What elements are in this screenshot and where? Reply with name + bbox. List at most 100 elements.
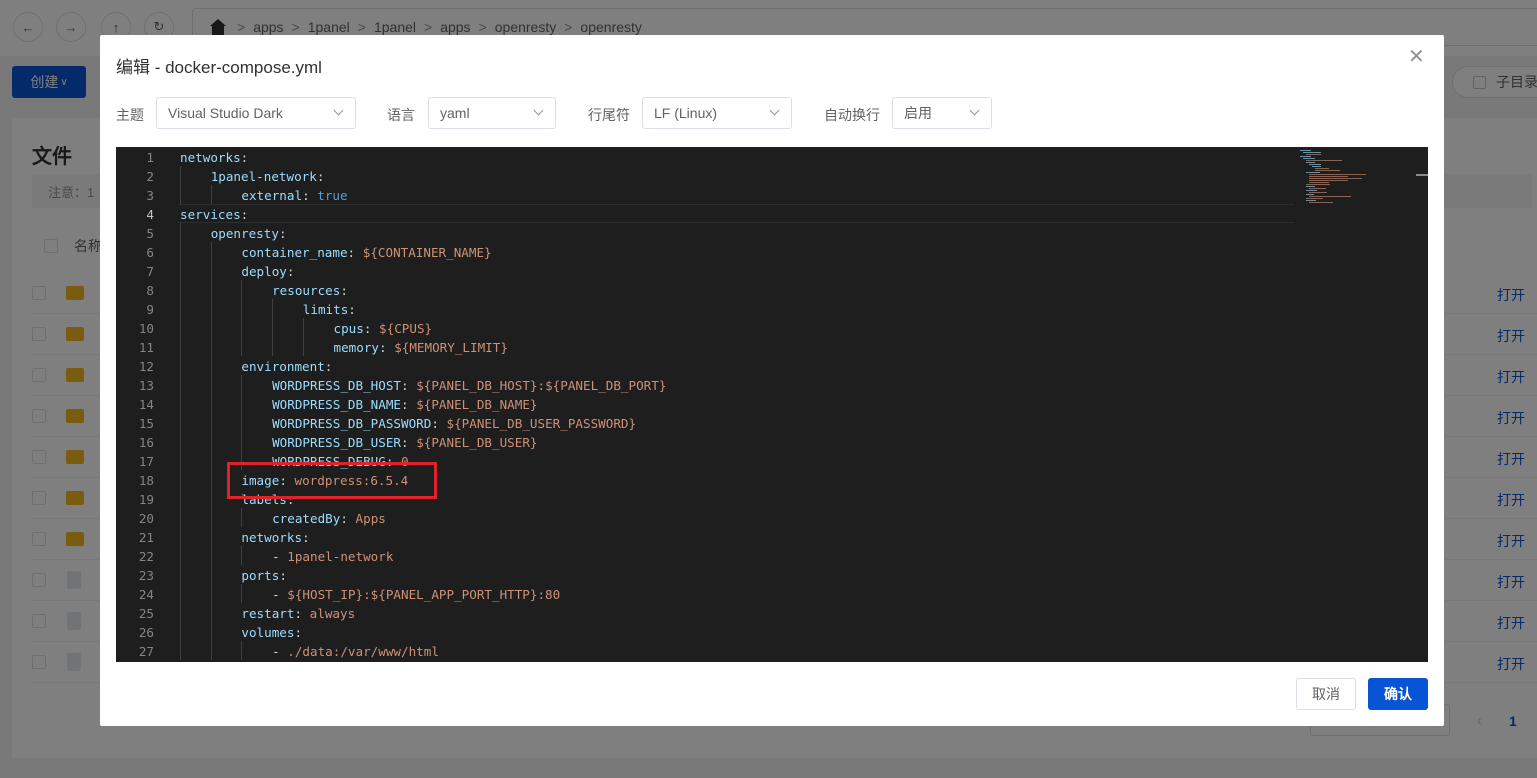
line-number: 7 <box>146 264 154 279</box>
yaml-value: 1panel-network <box>287 549 394 564</box>
yaml-value: ${PANEL_DB_NAME} <box>416 397 538 412</box>
yaml-key: 1panel-network <box>210 169 317 184</box>
code-line: external: true <box>241 188 348 203</box>
line-number: 15 <box>138 416 154 431</box>
line-number: 5 <box>146 226 154 241</box>
eol-select[interactable]: LF (Linux) <box>642 97 792 129</box>
eol-label: 行尾符 <box>588 107 630 123</box>
line-number: 12 <box>138 359 154 374</box>
yaml-key: services <box>180 207 241 222</box>
code-line: cpus: ${CPUS} <box>333 321 433 336</box>
yaml-key: createdBy <box>272 511 341 526</box>
code-line: ports: <box>241 568 287 583</box>
line-number: 1 <box>146 150 154 165</box>
yaml-value: ${CPUS} <box>379 321 433 336</box>
line-number: 18 <box>138 473 154 488</box>
line-number: 2 <box>146 169 154 184</box>
chevron-down-icon <box>533 105 544 116</box>
line-number: 23 <box>138 568 154 583</box>
chevron-down-icon <box>333 105 344 116</box>
theme-select[interactable]: Visual Studio Dark <box>156 97 356 129</box>
code-line: WORDPRESS_DB_USER: ${PANEL_DB_USER} <box>272 435 538 450</box>
yaml-key: ports <box>241 568 280 583</box>
yaml-key: openresty <box>210 226 279 241</box>
code-line: openresty: <box>210 226 287 241</box>
code-line: memory: ${MEMORY_LIMIT} <box>333 340 508 355</box>
yaml-value: ${PANEL_DB_USER_PASSWORD} <box>446 416 637 431</box>
yaml-value: ./data:/var/www/html <box>287 644 439 659</box>
minimap[interactable] <box>1300 147 1414 207</box>
yaml-key: WORDPRESS_DB_USER <box>272 435 401 450</box>
line-number: 24 <box>138 587 154 602</box>
code-line: networks: <box>241 530 310 545</box>
dialog-title: 编辑 - docker-compose.yml <box>116 58 322 77</box>
close-icon[interactable]: ✕ <box>1408 47 1425 67</box>
code-line: - ${HOST_IP}:${PANEL_APP_PORT_HTTP}:80 <box>272 587 561 602</box>
line-number: 22 <box>138 549 154 564</box>
yaml-key: WORDPRESS_DB_HOST <box>272 378 401 393</box>
yaml-key: networks <box>241 530 303 545</box>
code-line: WORDPRESS_DB_HOST: ${PANEL_DB_HOST}:${PA… <box>272 378 667 393</box>
code-editor[interactable]: 1 networks: 2 1panel-network: 3 external: tru… <box>116 147 1428 662</box>
yaml-key: WORDPRESS_DB_NAME <box>272 397 401 412</box>
yaml-key: restart <box>241 606 295 621</box>
code-line: volumes: <box>241 625 303 640</box>
code-line: container_name: ${CONTAINER_NAME} <box>241 245 492 260</box>
line-number: 20 <box>138 511 154 526</box>
yaml-key: environment <box>241 359 325 374</box>
theme-label: 主题 <box>116 107 144 123</box>
yaml-key: deploy <box>241 264 287 279</box>
scrollbar-marker[interactable] <box>1416 174 1428 176</box>
language-label: 语言 <box>387 107 415 123</box>
line-number: 26 <box>138 625 154 640</box>
yaml-key: cpus <box>333 321 364 336</box>
code-line: networks: <box>180 150 249 165</box>
yaml-key: limits <box>302 302 349 317</box>
code-line: - ./data:/var/www/html <box>272 644 439 659</box>
yaml-value: ${PANEL_DB_HOST}:${PANEL_DB_PORT} <box>416 378 667 393</box>
code-line: WORDPRESS_DB_PASSWORD: ${PANEL_DB_USER_P… <box>272 416 637 431</box>
line-number: 19 <box>138 492 154 507</box>
line-number: 25 <box>138 606 154 621</box>
line-number: 9 <box>146 302 154 317</box>
code-line: 1panel-network: <box>210 169 325 184</box>
line-number: 10 <box>138 321 154 336</box>
yaml-key: resources <box>272 283 341 298</box>
line-number: 4 <box>146 207 154 222</box>
code-line: - 1panel-network <box>272 549 394 564</box>
chevron-down-icon <box>769 105 780 116</box>
code-line: services: <box>180 207 249 222</box>
line-number: 14 <box>138 397 154 412</box>
yaml-value: ${CONTAINER_NAME} <box>362 245 492 260</box>
line-number: 11 <box>138 340 154 355</box>
line-number: 27 <box>138 644 154 659</box>
wordwrap-select[interactable]: 启用 <box>892 97 992 129</box>
code-line: createdBy: Apps <box>272 511 386 526</box>
line-number: 17 <box>138 454 154 469</box>
code-line: WORDPRESS_DB_NAME: ${PANEL_DB_NAME} <box>272 397 538 412</box>
line-number: 13 <box>138 378 154 393</box>
yaml-value: ${MEMORY_LIMIT} <box>394 340 508 355</box>
code-line: deploy: <box>241 264 295 279</box>
line-number: 6 <box>146 245 154 260</box>
yaml-key: volumes <box>241 625 295 640</box>
yaml-key: WORDPRESS_DB_PASSWORD <box>272 416 432 431</box>
yaml-value: always <box>309 606 356 621</box>
edit-dialog: 编辑 - docker-compose.yml ✕ 主题 Visual Stud… <box>100 35 1444 726</box>
code-line: resources: <box>272 283 348 298</box>
yaml-key: external <box>241 188 303 203</box>
annotation-box <box>227 462 437 499</box>
code-line: restart: always <box>241 606 356 621</box>
wordwrap-label: 自动换行 <box>824 107 880 123</box>
current-line-highlight <box>178 204 1294 223</box>
cancel-button[interactable]: 取消 <box>1296 678 1356 710</box>
language-select[interactable]: yaml <box>428 97 556 129</box>
yaml-value: Apps <box>355 511 386 526</box>
yaml-value: ${PANEL_DB_USER} <box>416 435 538 450</box>
confirm-button[interactable]: 确认 <box>1368 678 1428 710</box>
yaml-key: networks <box>180 150 241 165</box>
line-number: 16 <box>138 435 154 450</box>
chevron-down-icon <box>969 105 980 116</box>
code-line: limits: <box>302 302 356 317</box>
yaml-key: container_name <box>241 245 348 260</box>
